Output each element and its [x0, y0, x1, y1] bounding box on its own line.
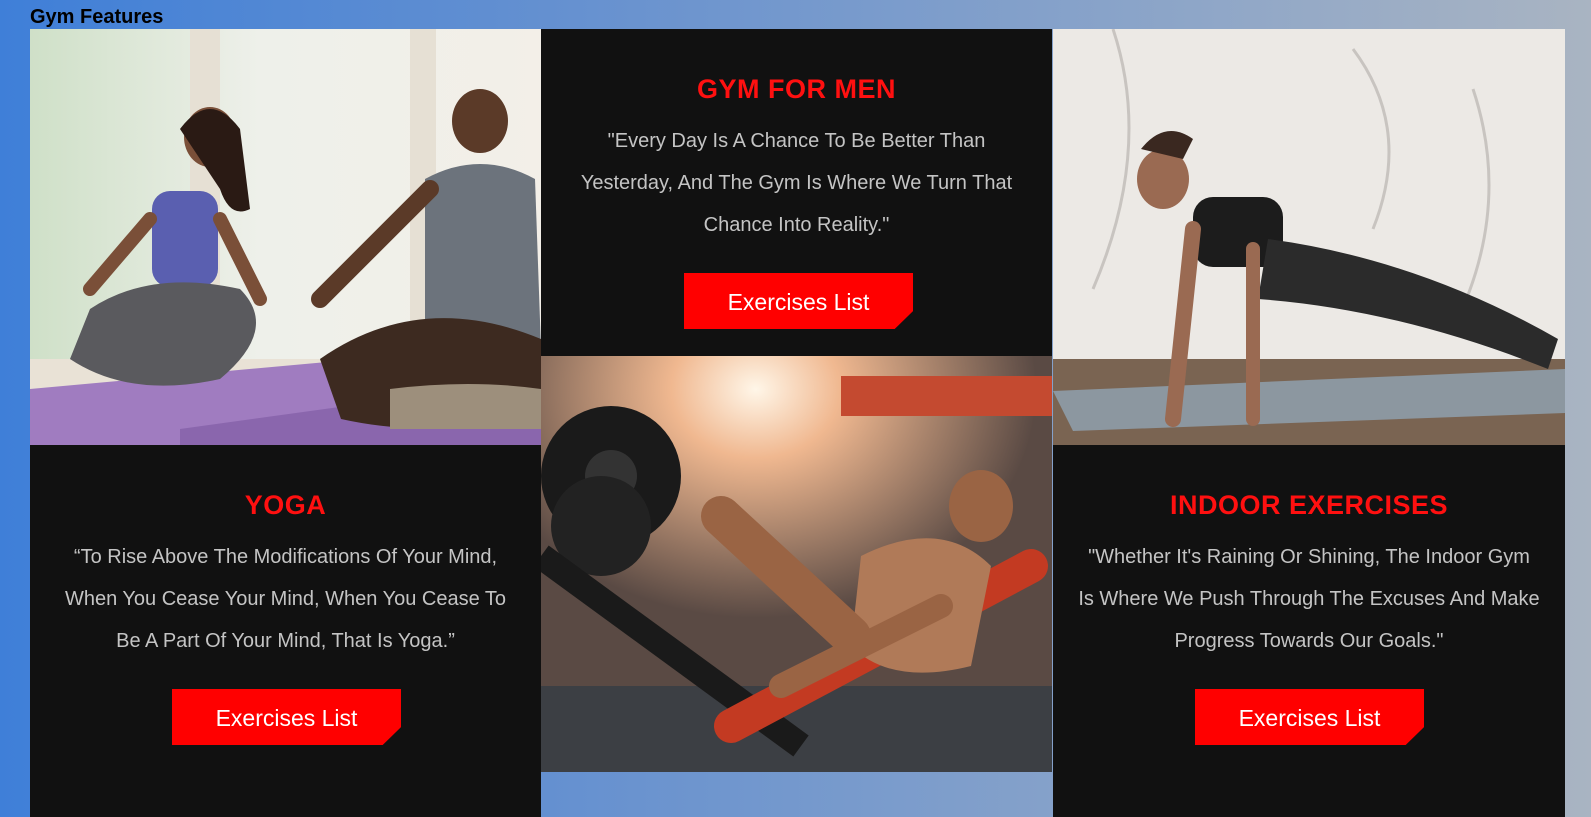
yoga-photo: [30, 29, 541, 445]
yoga-card: YOGA “To Rise Above The Modifications Of…: [30, 445, 541, 817]
exercises-list-button[interactable]: Exercises List: [684, 273, 913, 329]
gym-for-men-card: GYM FOR MEN "Every Day Is A Chance To Be…: [541, 29, 1052, 356]
page-title: Gym Features: [30, 6, 164, 28]
card-quote: “To Rise Above The Modifications Of Your…: [64, 546, 507, 652]
indoor-exercises-card: INDOOR EXERCISES "Whether It's Raining O…: [1053, 445, 1565, 817]
exercises-list-button[interactable]: Exercises List: [1195, 689, 1424, 745]
card-title: GYM FOR MEN: [697, 74, 896, 104]
exercises-list-button[interactable]: Exercises List: [172, 689, 401, 745]
card-quote: "Every Day Is A Chance To Be Better Than…: [580, 130, 1013, 236]
card-title: INDOOR EXERCISES: [1169, 490, 1449, 520]
plank-photo: [1053, 29, 1565, 445]
card-title: YOGA: [244, 490, 327, 520]
leg-press-photo: [541, 356, 1052, 772]
card-quote: "Whether It's Raining Or Shining, The In…: [1078, 546, 1540, 652]
